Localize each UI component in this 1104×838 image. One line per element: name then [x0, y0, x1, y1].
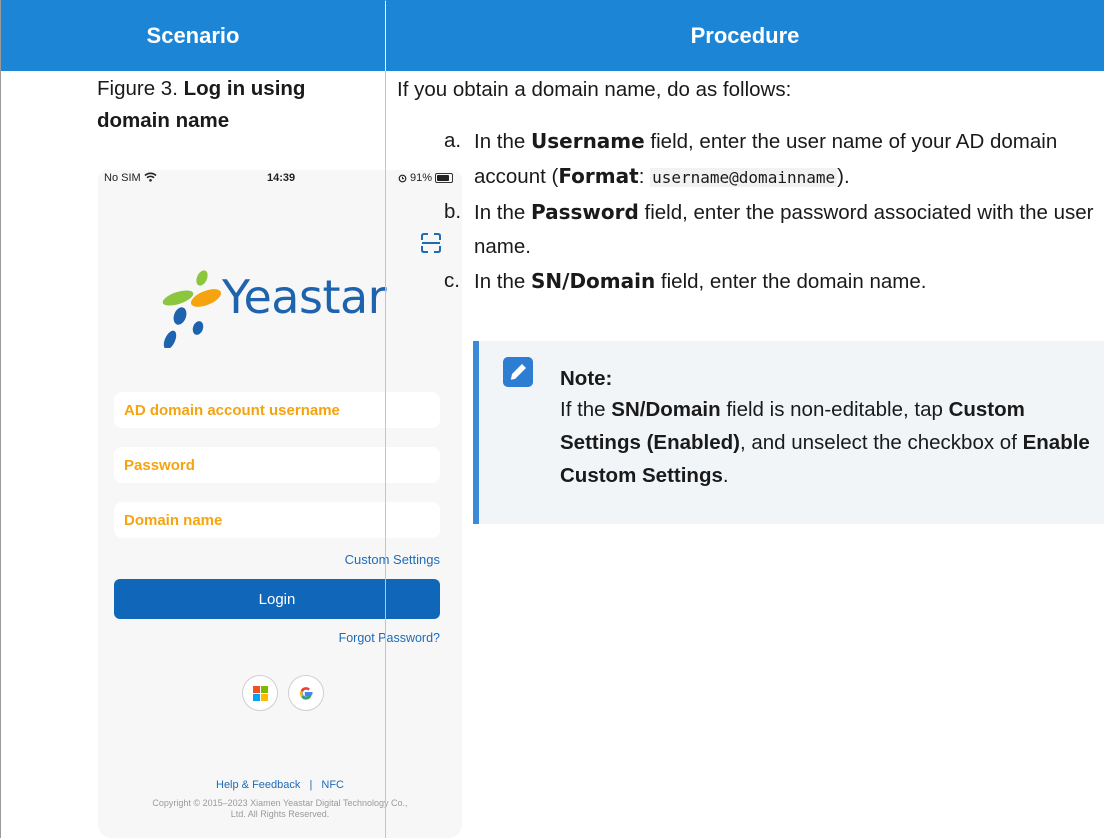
alarm-icon — [398, 174, 407, 182]
table-left-border — [0, 0, 1, 838]
help-separator: | — [309, 779, 313, 791]
procedure-intro: If you obtain a domain name, do as follo… — [397, 78, 792, 101]
wifi-icon — [144, 172, 157, 182]
procedure-header: Procedure — [386, 0, 1104, 71]
google-icon — [299, 687, 313, 700]
status-time: 14:39 — [267, 172, 296, 184]
step-field-name: Username — [531, 129, 645, 153]
copyright-line-1: Copyright © 2015–2023 Xiamen Yeastar Dig… — [152, 798, 408, 808]
scenario-procedure-table: Scenario Procedure Figure 3. Log in usin… — [0, 0, 1104, 838]
step-field-name: SN/Domain — [531, 269, 656, 293]
copyright-text: Copyright © 2015–2023 Xiamen Yeastar Dig… — [98, 798, 462, 820]
step-text: In the — [474, 270, 531, 293]
step-label: c. — [444, 269, 460, 292]
figure-caption: Figure 3. Log in using domain name — [97, 73, 337, 137]
step-text: In the — [474, 201, 531, 224]
phone-screenshot: No SIM 14:39 91% Yeastar AD domain accou… — [98, 170, 462, 838]
figure-prefix: Figure 3. — [97, 77, 184, 100]
help-feedback-link[interactable]: Help & Feedback — [216, 779, 300, 791]
copyright-line-2: Ltd. All Rights Reserved. — [230, 809, 330, 819]
carrier-status: No SIM — [104, 172, 157, 184]
yeastar-logo-mark — [162, 270, 222, 348]
column-divider — [385, 71, 386, 838]
format-label: Format — [558, 164, 639, 188]
username-input[interactable]: AD domain account username — [114, 392, 440, 428]
step-text: ). — [837, 165, 850, 188]
edit-note-icon — [503, 357, 533, 387]
note-text: field is non-editable, tap — [720, 398, 949, 421]
note-text: , and unselect the checkbox of — [739, 431, 1023, 454]
procedure-steps: a. In the Username field, enter the user… — [444, 124, 1104, 299]
login-button[interactable]: Login — [114, 579, 440, 619]
format-code: username@domainname — [650, 168, 838, 187]
step-text: field, enter the domain name. — [655, 270, 927, 293]
help-row: Help & Feedback | NFC — [98, 779, 462, 791]
logo-wordmark: Yeastar — [222, 270, 387, 324]
scan-icon[interactable] — [420, 232, 442, 254]
nfc-link[interactable]: NFC — [321, 779, 344, 791]
step-label: b. — [444, 200, 462, 223]
note-text: If the — [560, 398, 612, 421]
note-title: Note: — [560, 367, 613, 390]
note-bold: SN/Domain — [611, 398, 721, 421]
microsoft-login-button[interactable] — [242, 675, 278, 711]
status-bar: No SIM 14:39 91% — [98, 170, 462, 196]
scenario-header: Scenario — [1, 0, 385, 71]
battery-percent: 91% — [409, 172, 432, 184]
google-login-button[interactable] — [288, 675, 324, 711]
forgot-password-link[interactable]: Forgot Password? — [339, 631, 440, 645]
step-field-name: Password — [531, 200, 639, 224]
note-body: If the SN/Domain field is non-editable, … — [560, 393, 1100, 492]
custom-settings-link[interactable]: Custom Settings — [345, 552, 440, 567]
note-callout: Note: If the SN/Domain field is non-edit… — [473, 341, 1104, 524]
format-separator: : — [638, 165, 651, 188]
password-input[interactable]: Password — [114, 447, 440, 483]
list-item: c. In the SN/Domain field, enter the dom… — [444, 264, 1104, 299]
step-text: In the — [474, 130, 531, 153]
note-text: . — [722, 464, 729, 487]
yeastar-logo: Yeastar — [154, 258, 404, 348]
carrier-text: No SIM — [104, 172, 141, 184]
list-item: a. In the Username field, enter the user… — [444, 124, 1104, 195]
microsoft-icon — [252, 685, 268, 701]
list-item: b. In the Password field, enter the pass… — [444, 195, 1104, 264]
step-label: a. — [444, 129, 462, 152]
domain-input[interactable]: Domain name — [114, 502, 440, 538]
